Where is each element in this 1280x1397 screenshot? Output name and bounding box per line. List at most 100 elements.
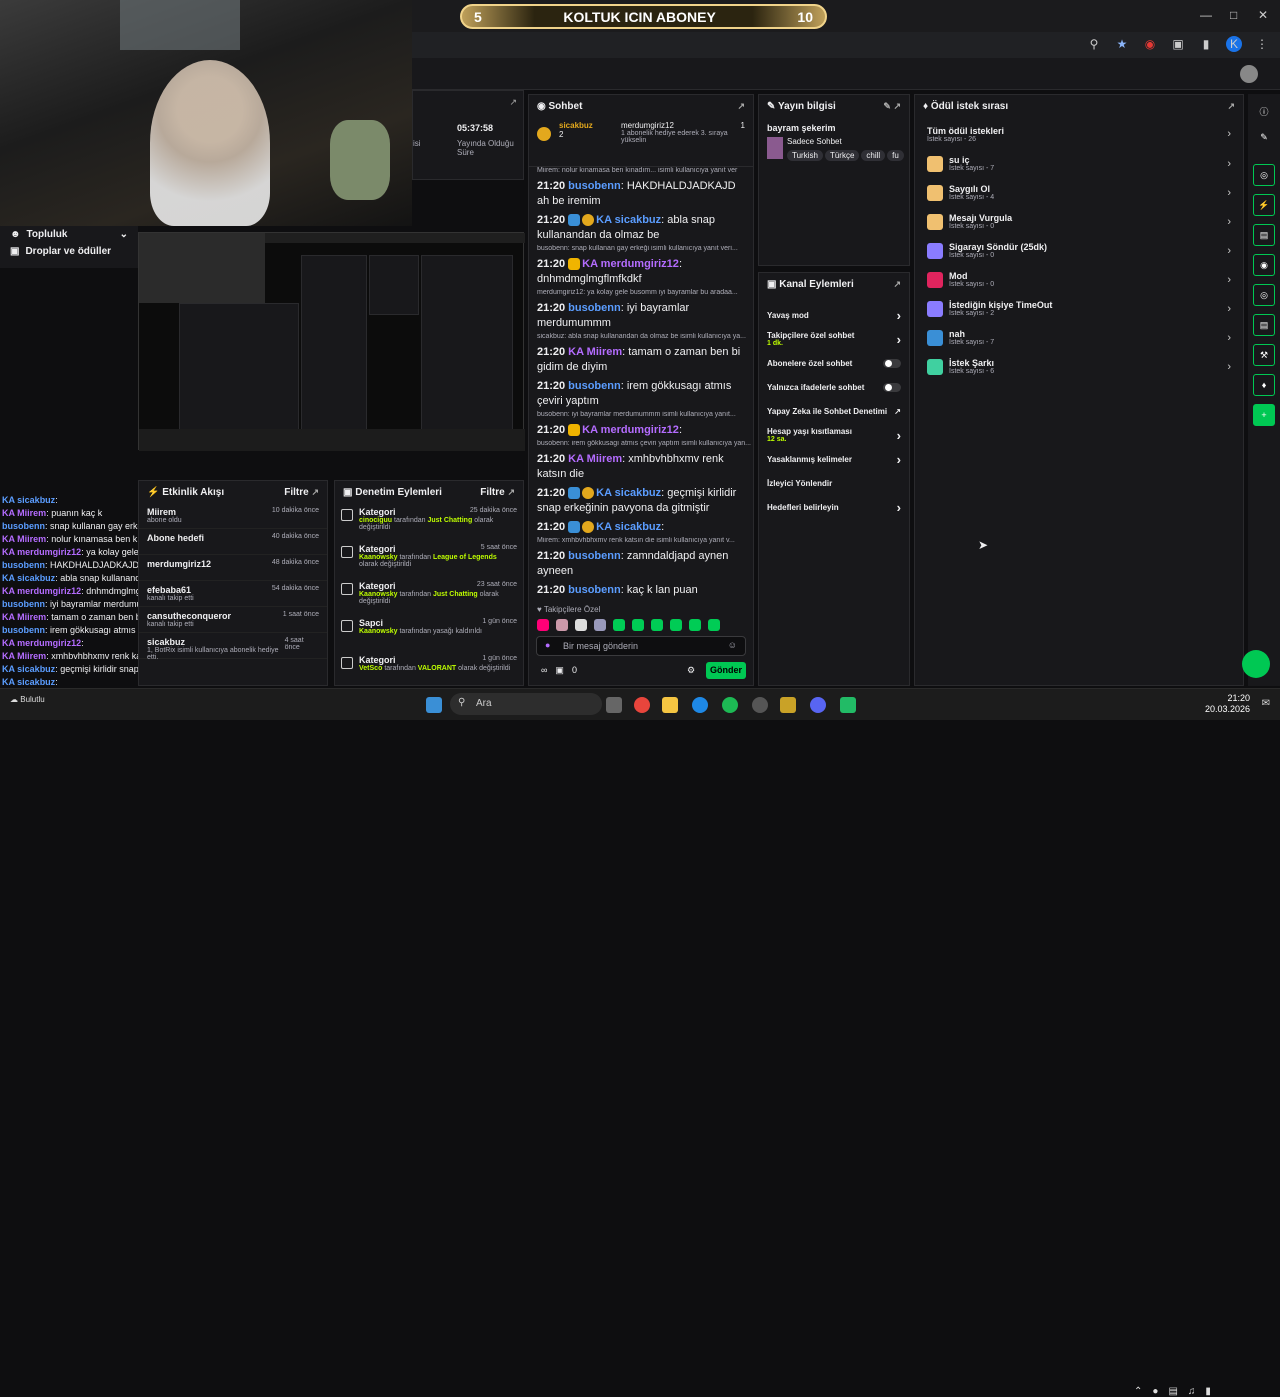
channel-action-row[interactable]: Hesap yaşı kısıtlaması 12 sa. › (759, 423, 909, 447)
popout-icon[interactable]: ↗ (893, 101, 901, 111)
app-icon[interactable] (840, 697, 856, 713)
lightning-icon[interactable]: ⚡ (1253, 194, 1275, 216)
mod-action-item[interactable]: Sapci 1 gün önce Kaanowsky tarafından yasa… (335, 614, 523, 651)
points-icon[interactable]: ▣ (555, 665, 564, 676)
channel-action-row[interactable]: Yavaş mod › (759, 303, 909, 327)
menu-kebab-icon[interactable]: ⋮ (1254, 36, 1270, 52)
activity-item[interactable]: Abone hedefi 40 dakika önce (139, 529, 327, 555)
toggle-switch[interactable] (883, 358, 901, 368)
start-icon[interactable] (426, 697, 442, 713)
mod-action-item[interactable]: Kategori 25 dakika önce cinociguu tarafınd… (335, 503, 523, 540)
taskbar-search[interactable]: ⚲ Ara (450, 693, 602, 715)
pencil-icon[interactable]: ✎ (1253, 126, 1275, 148)
message-user[interactable]: KA sicakbuz (596, 214, 661, 226)
steam-icon[interactable] (752, 697, 768, 713)
toggle-switch[interactable] (883, 382, 901, 392)
minimize-icon[interactable]: — (1200, 8, 1212, 22)
chevron-down-icon[interactable]: ⌄ (120, 229, 128, 240)
activity-item[interactable]: Miirem abone oldu 10 dakika önce (139, 503, 327, 529)
mod-action-item[interactable]: Kategori 5 saat önce Kaanowsky tarafından … (335, 540, 523, 577)
edge-icon[interactable] (692, 697, 708, 713)
network-icon[interactable]: ▤ (1168, 1386, 1177, 1397)
sidebar-icon[interactable]: ▮ (1198, 36, 1214, 52)
chat-message[interactable]: 21:20 KA Miirem: tamam o zaman ben bi gid… (529, 343, 753, 377)
mic-icon[interactable]: ● (1152, 1386, 1158, 1397)
nav-community[interactable]: ☻ Topluluk ⌄ (0, 226, 138, 243)
emote-icon[interactable] (613, 619, 625, 631)
reward-item[interactable]: İstediğin kişiye TimeOut İstek sayısı - 2… (915, 294, 1243, 323)
popout-icon[interactable]: ↗ (311, 487, 319, 497)
activity-filter-button[interactable]: Filtre (284, 487, 308, 498)
emote-icon[interactable] (556, 619, 568, 631)
mic-icon[interactable]: ● (545, 640, 550, 650)
gift-prompt[interactable]: merdumgiriz12 1 1 abonelik hediye ederek… (621, 121, 745, 144)
emote-icon[interactable] (537, 619, 549, 631)
mod-action-item[interactable]: Kategori 1 gün önce VetSco tarafından VALO… (335, 651, 523, 688)
chat-bubble-icon[interactable]: ◉ (1253, 254, 1275, 276)
maximize-icon[interactable]: □ (1230, 8, 1237, 22)
chat-message[interactable]: 21:20 KA sicakbuz: (529, 518, 753, 537)
clock[interactable]: 21:20 20.03.2026 (1205, 693, 1250, 715)
settings-gear-icon[interactable]: ⚙ (687, 665, 695, 676)
stream-preview[interactable] (138, 232, 525, 451)
discord-icon[interactable] (810, 697, 826, 713)
chat-message[interactable]: 21:20 KA sicakbuz: abla snap kullanandan … (529, 211, 753, 245)
volume-icon[interactable]: ♫ (1188, 1386, 1196, 1397)
message-user[interactable]: busobenn (568, 180, 621, 192)
reward-item[interactable]: Mod İstek sayısı - 0 › (915, 265, 1243, 294)
chat-message[interactable]: 21:20 busobenn: zamndaldjapd aynen ayneen (529, 547, 753, 581)
chat-message[interactable]: 21:20 KA merdumgiriz12: (529, 421, 753, 440)
reward-all[interactable]: Tüm ödül istekleri İstek sayısı - 26 › (915, 119, 1243, 149)
chat-message[interactable]: 21:20 KA sicakbuz: geçmişi kirlidir snap … (529, 484, 753, 518)
add-widget-icon[interactable]: + (1253, 404, 1275, 426)
notification-icon[interactable]: ✉ (1262, 698, 1270, 709)
top-gifter[interactable]: sicakbuz 2 (559, 121, 615, 139)
emote-icon[interactable] (670, 619, 682, 631)
chat-message[interactable]: 21:20 KA Miirem: xmhbvhbhxmv renk katsın … (529, 450, 753, 484)
task-view-icon[interactable] (606, 697, 622, 713)
weather-widget[interactable]: ☁ Bulutlu (10, 695, 45, 704)
channel-action-row[interactable]: Yasaklanmış kelimeler › (759, 447, 909, 471)
message-user[interactable]: KA merdumgiriz12 (582, 424, 679, 436)
channel-action-row[interactable]: İzleyici Yönlendir (759, 471, 909, 495)
battery-icon[interactable]: ▮ (1205, 1386, 1211, 1397)
info-icon[interactable]: ⓘ (1253, 100, 1275, 122)
chat-message[interactable]: 21:20 busobenn: iyi bayramlar merdumummm (529, 299, 753, 333)
close-icon[interactable]: ✕ (1258, 8, 1268, 22)
tag-chip[interactable]: chill (861, 150, 886, 161)
emote-icon[interactable] (594, 619, 606, 631)
reward-item[interactable]: İstek Şarkı İstek sayısı - 6 › (915, 352, 1243, 381)
reward-item[interactable]: Mesajı Vurgula İstek sayısı - 0 › (915, 207, 1243, 236)
chat-message[interactable]: 21:20 busobenn: kaç k lan puan (529, 581, 753, 600)
broadcast-icon[interactable]: ◎ (1253, 284, 1275, 306)
emote-icon[interactable] (708, 619, 720, 631)
reward-item[interactable]: Sigarayı Söndür (25dk) İstek sayısı - 0 › (915, 236, 1243, 265)
tag-chip[interactable]: fu (887, 150, 904, 161)
channel-action-row[interactable]: Yalnızca ifadelerle sohbet (759, 375, 909, 399)
message-user[interactable]: busobenn (568, 302, 621, 314)
popout-icon[interactable]: ↗ (737, 101, 745, 112)
mod-filter-button[interactable]: Filtre (480, 487, 504, 498)
popout-icon[interactable]: ↗ (1227, 101, 1235, 112)
message-user[interactable]: KA sicakbuz (596, 487, 661, 499)
emote-icon[interactable] (575, 619, 587, 631)
channel-action-row[interactable]: Abonelere özel sohbet (759, 351, 909, 375)
nav-drops[interactable]: ▣ Droplar ve ödüller (0, 243, 138, 260)
profile-avatar[interactable]: K (1226, 36, 1242, 52)
edit-icon[interactable]: ✎ (883, 101, 891, 111)
activity-item[interactable]: sicakbuz 1, BotRix isimli kullanıcıya abo… (139, 633, 327, 661)
zoom-icon[interactable]: ⚲ (1086, 36, 1102, 52)
wrench-icon[interactable]: ⚒ (1253, 344, 1275, 366)
chat-input[interactable]: ● Bir mesaj gönderin ☺ (536, 636, 746, 656)
chat-message[interactable]: 21:20 busobenn: irem gökkusagı atmıs çevi… (529, 377, 753, 411)
channel-action-row[interactable]: Takipçilere özel sohbet 1 dk. › (759, 327, 909, 351)
emoji-icon[interactable]: ☺ (728, 640, 737, 650)
activity-item[interactable]: merdumgiriz12 48 dakika önce (139, 555, 327, 581)
card-icon[interactable]: ▤ (1253, 314, 1275, 336)
reward-icon[interactable]: ♦ (1253, 374, 1275, 396)
emote-icon[interactable] (689, 619, 701, 631)
chat-message[interactable]: 21:20 busobenn: HAKDHALDJADKAJD ah be ire… (529, 177, 753, 211)
reward-item[interactable]: Saygılı Ol İstek sayısı - 4 › (915, 178, 1243, 207)
chrome-icon[interactable] (634, 697, 650, 713)
popout-icon[interactable]: ↗ (893, 279, 901, 290)
